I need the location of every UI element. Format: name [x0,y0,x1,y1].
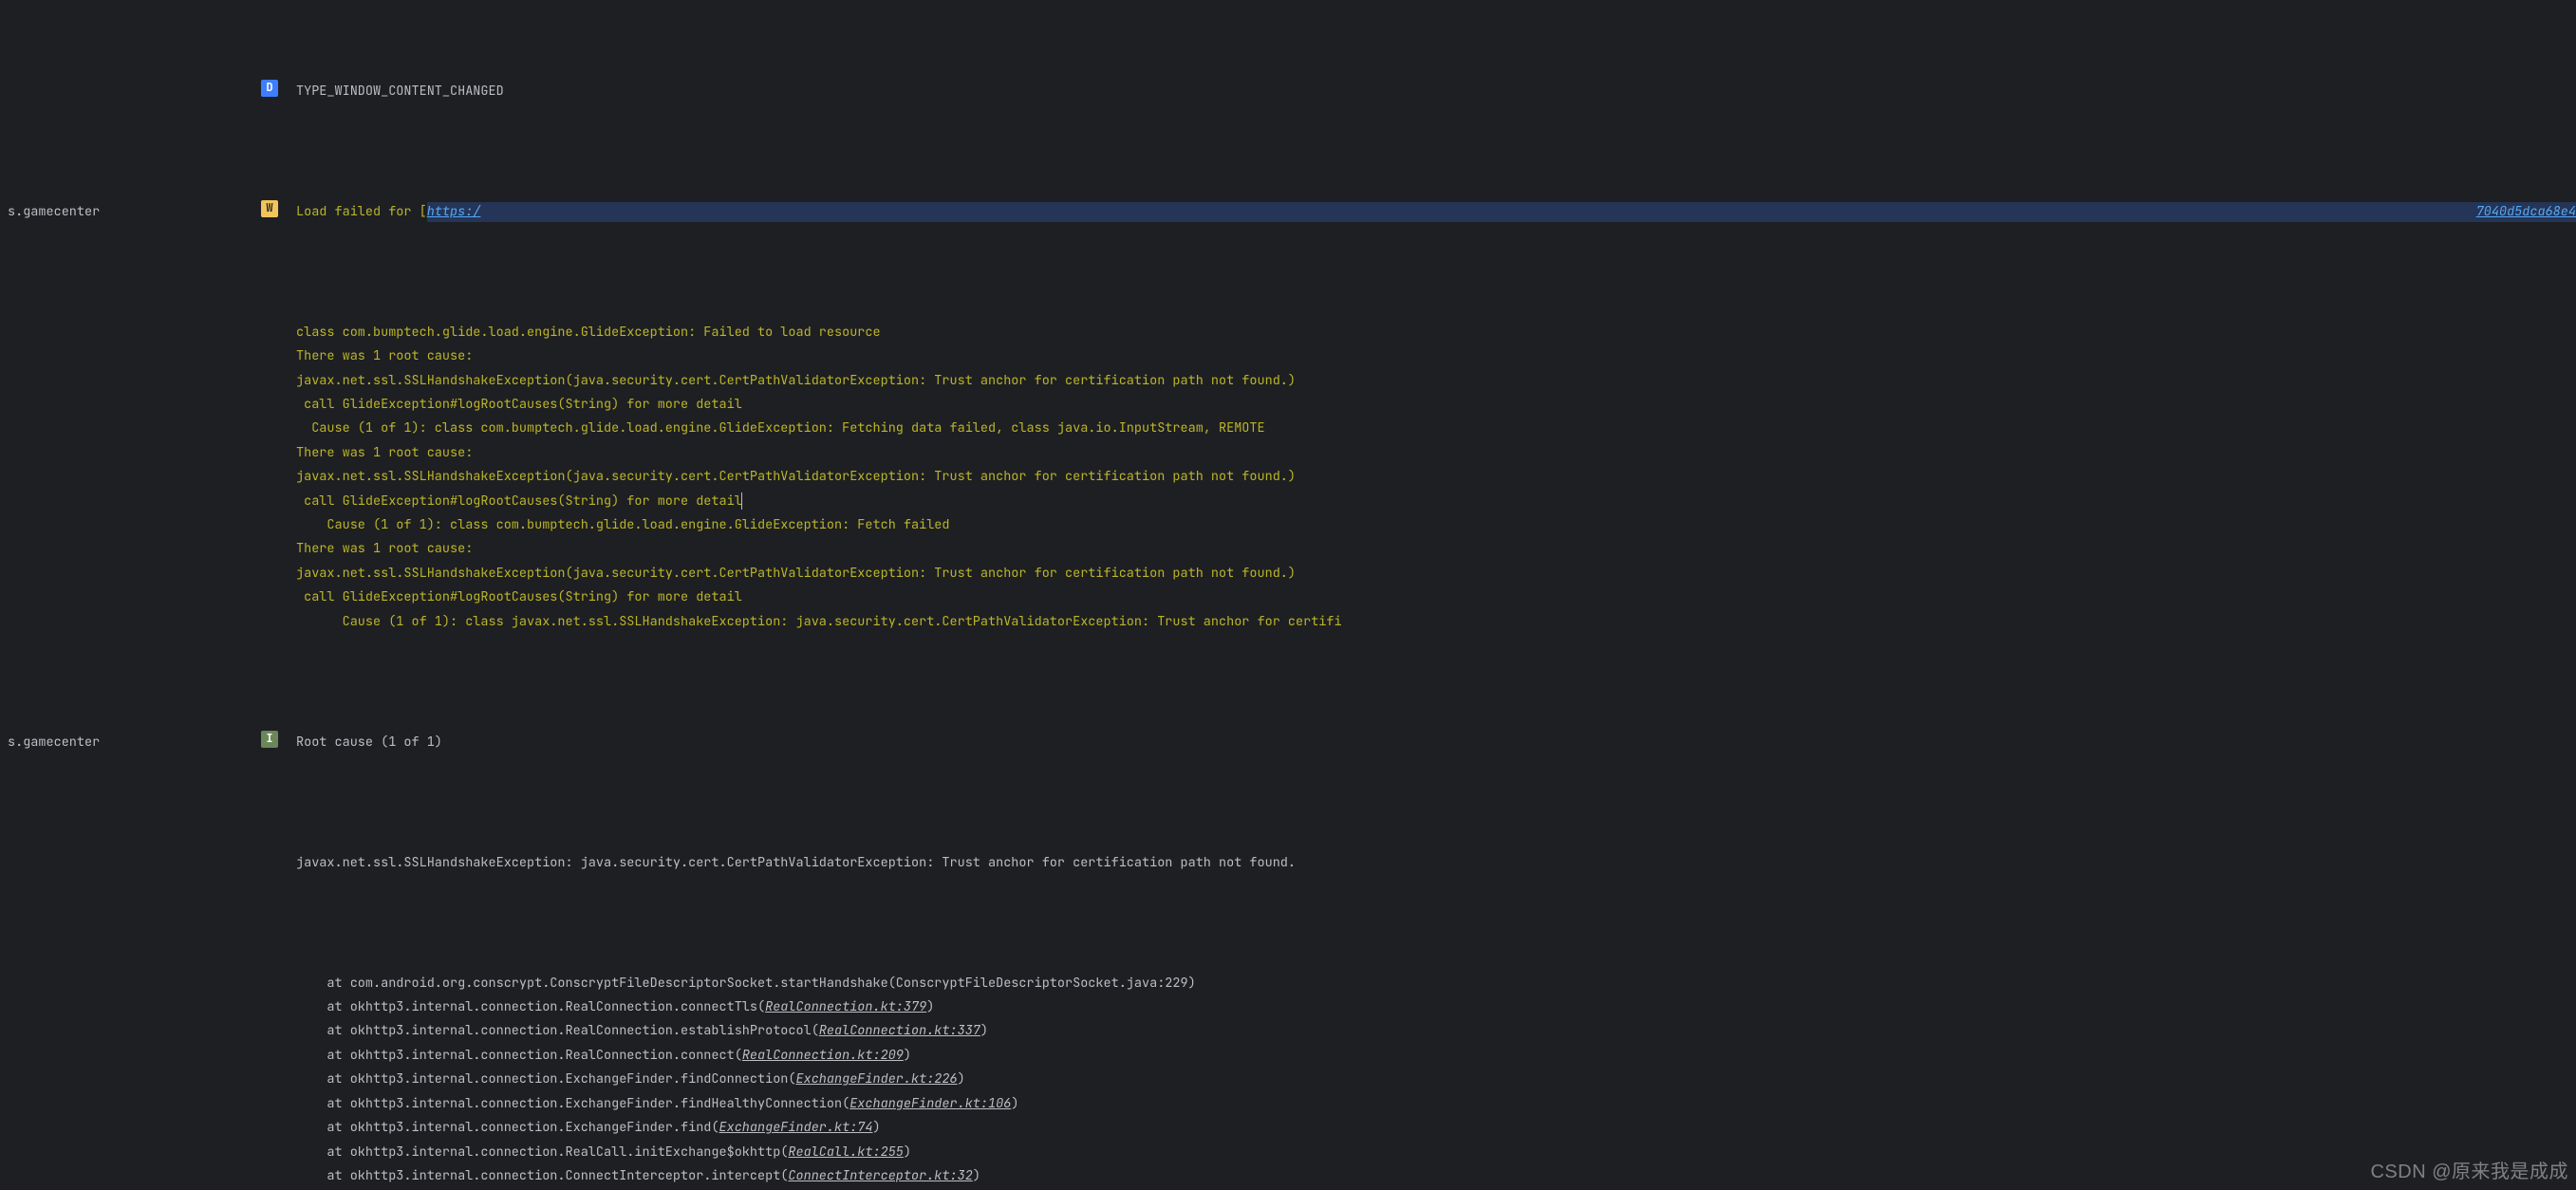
stack-frame-row[interactable]: at okhttp3.internal.connection.RealConne… [0,1044,2576,1068]
stack-frame-row[interactable]: at okhttp3.internal.connection.ConnectIn… [0,1164,2576,1188]
log-row[interactable]: Cause (1 of 1): class javax.net.ssl.SSLH… [0,610,2576,634]
log-row[interactable]: s.gamecenter W Load failed for [ https:/… [0,200,2576,224]
log-message: javax.net.ssl.SSLHandshakeException(java… [283,465,2576,489]
stack-frame: at com.android.org.conscrypt.ConscryptFi… [283,972,2576,995]
log-message: javax.net.ssl.SSLHandshakeException(java… [283,369,2576,393]
log-message: There was 1 root cause: [283,537,2576,561]
stack-frame-row[interactable]: at okhttp3.internal.connection.RealConne… [0,1019,2576,1043]
stack-frame: at okhttp3.internal.connection.ExchangeF… [283,1068,2576,1091]
stack-frame: at okhttp3.internal.connection.ExchangeF… [283,1116,2576,1140]
source-file-link[interactable]: ExchangeFinder.kt:106 [849,1095,1011,1112]
stack-frame-text: at com.android.org.conscrypt.ConscryptFi… [296,975,1196,992]
log-row[interactable]: Cause (1 of 1): class com.bumptech.glide… [0,513,2576,537]
log-message: call GlideException#logRootCauses(String… [283,586,2576,609]
log-message: class com.bumptech.glide.load.engine.Gli… [283,321,2576,344]
logcat-viewport[interactable]: D TYPE_WINDOW_CONTENT_CHANGED s.gamecent… [0,0,2576,1190]
log-row[interactable]: s.gamecenter I Root cause (1 of 1) [0,731,2576,754]
log-message: TYPE_WINDOW_CONTENT_CHANGED [283,80,2576,103]
log-message: Cause (1 of 1): class javax.net.ssl.SSLH… [283,610,2576,634]
source-file-link[interactable]: ConnectInterceptor.kt:32 [788,1167,972,1184]
source-file-link[interactable]: RealConnection.kt:337 [819,1022,980,1039]
log-level-col: W [256,200,283,217]
stack-frame: at okhttp3.internal.connection.ExchangeF… [283,1092,2576,1116]
stack-frame-suffix: ) [1011,1095,1018,1112]
stack-frame-text: at okhttp3.internal.connection.RealConne… [296,1022,819,1039]
stack-frame-row[interactable]: at okhttp3.internal.connection.ExchangeF… [0,1068,2576,1091]
log-message: There was 1 root cause: [283,441,2576,465]
stack-frame-row[interactable]: at com.android.org.conscrypt.ConscryptFi… [0,972,2576,995]
stack-frame-row[interactable]: at okhttp3.internal.connection.RealCall.… [0,1141,2576,1164]
stack-frame-suffix: ) [958,1070,965,1088]
stack-frame-text: at okhttp3.internal.connection.ConnectIn… [296,1167,788,1184]
log-row[interactable]: There was 1 root cause: [0,441,2576,465]
stack-frame-suffix: ) [926,998,934,1015]
url-link[interactable]: https:/ [427,200,481,224]
source-file-link[interactable]: RealCall.kt:255 [788,1144,904,1161]
log-row[interactable]: D TYPE_WINDOW_CONTENT_CHANGED [0,80,2576,103]
stack-frame-row[interactable]: at okhttp3.internal.connection.RealConne… [0,995,2576,1019]
log-message: There was 1 root cause: [283,344,2576,368]
log-row[interactable]: There was 1 root cause: [0,344,2576,368]
level-badge-info: I [261,731,278,748]
stack-frame-suffix: ) [904,1047,911,1064]
level-badge-warn: W [261,200,278,217]
stack-frame-text: at okhttp3.internal.connection.RealConne… [296,998,765,1015]
stack-frame-text: at okhttp3.internal.connection.RealConne… [296,1047,742,1064]
log-level-col: I [256,731,283,748]
log-row[interactable]: Cause (1 of 1): class com.bumptech.glide… [0,417,2576,440]
text-caret [741,493,742,510]
log-message: Load failed for [ https:/ 7040d5dca68e4 [283,200,2576,224]
log-row[interactable]: There was 1 root cause: [0,537,2576,561]
log-row[interactable]: call GlideException#logRootCauses(String… [0,586,2576,609]
csdn-watermark: CSDN @原来我是成成 [2370,1161,2568,1184]
log-message: Root cause (1 of 1) [283,731,2576,754]
stack-frame-suffix: ) [873,1119,881,1136]
stack-frame-suffix: ) [904,1144,911,1161]
log-message: call GlideException#logRootCauses(String… [283,490,2576,513]
log-message: call GlideException#logRootCauses(String… [283,393,2576,417]
log-row[interactable]: javax.net.ssl.SSLHandshakeException(java… [0,369,2576,393]
log-tag: s.gamecenter [0,200,256,224]
level-badge-debug: D [261,80,278,97]
stack-frame-text: at okhttp3.internal.connection.ExchangeF… [296,1070,796,1088]
log-row[interactable]: class com.bumptech.glide.load.engine.Gli… [0,321,2576,344]
stack-frame: at okhttp3.internal.connection.RealConne… [283,1044,2576,1068]
stack-frame-text: at okhttp3.internal.connection.ExchangeF… [296,1119,719,1136]
stack-frame: at okhttp3.internal.connection.RealConne… [283,1019,2576,1043]
log-tag: s.gamecenter [0,731,256,754]
source-file-link[interactable]: RealConnection.kt:379 [765,998,926,1015]
source-file-link[interactable]: RealConnection.kt:209 [742,1047,904,1064]
log-message: Cause (1 of 1): class com.bumptech.glide… [283,513,2576,537]
source-file-link[interactable]: ExchangeFinder.kt:226 [796,1070,958,1088]
log-level-col: D [256,80,283,97]
source-file-link[interactable]: ExchangeFinder.kt:74 [719,1119,873,1136]
stack-frame: at okhttp3.internal.connection.RealCall.… [283,1141,2576,1164]
stack-frame-suffix: ) [973,1167,980,1184]
stack-frame: at okhttp3.internal.connection.ConnectIn… [283,1164,2576,1188]
hash-link[interactable]: 7040d5dca68e4 [2476,200,2576,224]
log-row[interactable]: javax.net.ssl.SSLHandshakeException: jav… [0,851,2576,875]
log-row[interactable]: call GlideException#logRootCauses(String… [0,393,2576,417]
log-message: Cause (1 of 1): class com.bumptech.glide… [283,417,2576,440]
log-row[interactable]: javax.net.ssl.SSLHandshakeException(java… [0,465,2576,489]
log-row[interactable]: javax.net.ssl.SSLHandshakeException(java… [0,562,2576,586]
stack-frame: at okhttp3.internal.connection.RealConne… [283,995,2576,1019]
stack-frame-row[interactable]: at okhttp3.internal.connection.ExchangeF… [0,1092,2576,1116]
stack-frame-row[interactable]: at okhttp3.internal.connection.ExchangeF… [0,1116,2576,1140]
warn-prefix: Load failed for [ [296,200,427,224]
stack-frame-text: at okhttp3.internal.connection.ExchangeF… [296,1095,849,1112]
log-message: javax.net.ssl.SSLHandshakeException(java… [283,562,2576,586]
stack-frame-text: at okhttp3.internal.connection.RealCall.… [296,1144,788,1161]
stack-header: javax.net.ssl.SSLHandshakeException: jav… [283,851,2576,875]
stack-frame-suffix: ) [980,1022,988,1039]
log-row[interactable]: call GlideException#logRootCauses(String… [0,490,2576,513]
